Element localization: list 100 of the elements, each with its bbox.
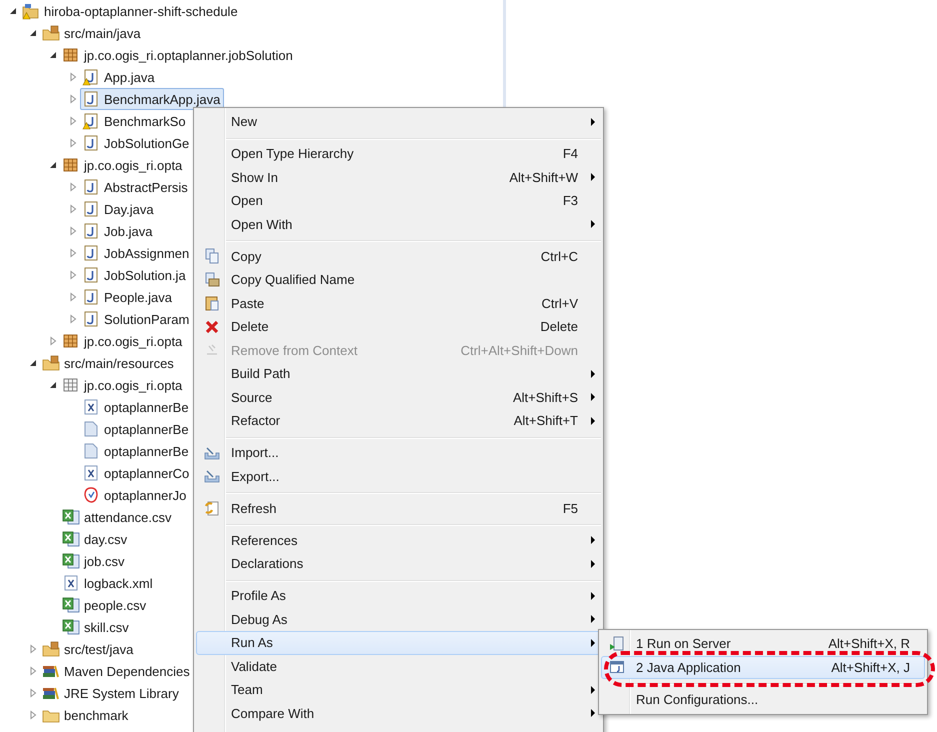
spreadsheet-icon — [62, 618, 80, 636]
menu-item[interactable]: Delete Delete — [196, 315, 601, 338]
expand-arrow-icon[interactable] — [68, 314, 78, 324]
tree-item[interactable]: benchmark — [40, 704, 132, 726]
menu-item[interactable]: Refactor Alt+Shift+T — [196, 409, 601, 432]
tree-item[interactable]: Day.java — [80, 198, 158, 220]
menu-item[interactable]: Open With — [196, 212, 601, 236]
expand-arrow-icon[interactable] — [68, 248, 78, 258]
expand-arrow-icon[interactable] — [68, 94, 78, 104]
tree-item[interactable]: optaplannerBe — [80, 418, 193, 440]
expand-arrow-icon[interactable] — [68, 72, 78, 82]
tree-item[interactable]: BenchmarkApp.java — [80, 88, 224, 110]
source-folder-icon — [42, 24, 60, 42]
source-folder-icon — [42, 640, 60, 658]
tree-item[interactable]: AbstractPersis — [80, 176, 192, 198]
menu-item[interactable]: Run Configurations... — [601, 688, 925, 711]
spreadsheet-icon — [62, 552, 80, 570]
menu-item[interactable]: Source Alt+Shift+S — [196, 386, 601, 409]
tree-item[interactable]: JobSolutionGe — [80, 132, 194, 154]
menu-item[interactable]: Profile As — [196, 584, 601, 608]
expand-arrow-icon[interactable] — [68, 292, 78, 302]
collapse-arrow-icon[interactable] — [28, 358, 38, 368]
tree-item[interactable]: Job.java — [80, 220, 156, 242]
expand-arrow-icon[interactable] — [68, 270, 78, 280]
collapse-arrow-icon[interactable] — [48, 380, 58, 390]
collapse-arrow-icon[interactable] — [48, 50, 58, 60]
package-icon — [62, 156, 80, 174]
menu-item[interactable]: Debug As — [196, 608, 601, 631]
tree-item[interactable]: jp.co.ogis_ri.optaplanner.jobSolution — [60, 44, 297, 66]
tree-item[interactable]: JobSolution.ja — [80, 264, 190, 286]
java-file-icon — [82, 288, 100, 306]
menu-item[interactable]: Copy Qualified Name — [196, 268, 601, 292]
tree-item[interactable]: People.java — [80, 286, 176, 308]
menu-item[interactable]: Declarations — [196, 552, 601, 576]
java-file-icon — [82, 222, 100, 240]
tree-item[interactable]: BenchmarkSo — [80, 110, 190, 132]
expand-arrow-icon[interactable] — [68, 226, 78, 236]
java-file-icon — [82, 178, 100, 196]
collapse-arrow-icon[interactable] — [8, 6, 18, 16]
menu-item[interactable]: Paste Ctrl+V — [196, 292, 601, 315]
expand-arrow-icon[interactable] — [28, 688, 38, 698]
tree-item[interactable]: App.java — [80, 66, 159, 88]
menu-item[interactable]: Open Type Hierarchy F4 — [196, 142, 601, 166]
tree-item[interactable]: src/main/java — [40, 22, 145, 44]
expand-arrow-icon[interactable] — [68, 204, 78, 214]
menu-item[interactable]: Import... — [196, 441, 601, 464]
server-icon — [609, 636, 625, 652]
tree-item[interactable]: optaplannerJo — [80, 484, 190, 506]
java-file-icon — [82, 310, 100, 328]
tree-item[interactable]: people.csv — [60, 594, 150, 616]
tree-item[interactable]: day.csv — [60, 528, 132, 550]
tree-item[interactable]: job.csv — [60, 550, 128, 572]
menu-item[interactable]: 1 Run on Server Alt+Shift+X, R — [601, 632, 925, 656]
expand-arrow-icon[interactable] — [68, 182, 78, 192]
collapse-arrow-icon[interactable] — [48, 160, 58, 170]
tree-item[interactable]: optaplannerCo — [80, 462, 194, 484]
tree-item[interactable]: attendance.csv — [60, 506, 176, 528]
tree-item[interactable]: optaplannerBe — [80, 440, 193, 462]
expand-arrow-icon[interactable] — [28, 666, 38, 676]
source-folder-icon — [42, 354, 60, 372]
menu-item[interactable]: Show In Alt+Shift+W — [196, 166, 601, 189]
menu-item[interactable]: Open F3 — [196, 189, 601, 212]
xml-file-icon — [62, 574, 80, 592]
expand-arrow-icon[interactable] — [28, 644, 38, 654]
delete-icon — [204, 318, 220, 335]
menu-item[interactable]: New — [196, 110, 601, 134]
tree-item[interactable]: Maven Dependencies — [40, 660, 194, 682]
tree-item[interactable]: skill.csv — [60, 616, 133, 638]
menu-item[interactable]: Run As — [196, 631, 601, 654]
expand-arrow-icon[interactable] — [68, 138, 78, 148]
expand-arrow-icon[interactable] — [48, 336, 58, 346]
tree-item[interactable]: JRE System Library — [40, 682, 183, 704]
tree-item[interactable]: src/test/java — [40, 638, 138, 660]
copy-icon — [204, 248, 220, 264]
spreadsheet-icon — [62, 508, 80, 526]
menu-item[interactable]: References — [196, 528, 601, 552]
tree-item[interactable]: hiroba-optaplanner-shift-schedule — [20, 0, 242, 22]
expand-arrow-icon[interactable] — [68, 116, 78, 126]
menu-item[interactable]: Validate — [196, 654, 601, 678]
tree-item[interactable]: jp.co.ogis_ri.opta — [60, 154, 186, 176]
tree-item[interactable]: SolutionParam — [80, 308, 194, 330]
tree-item[interactable]: JobAssignmen — [80, 242, 194, 264]
menu-item[interactable]: Copy Ctrl+C — [196, 244, 601, 268]
tree-item[interactable]: src/main/resources — [40, 352, 178, 374]
tree-item[interactable]: logback.xml — [60, 572, 157, 594]
menu-item[interactable]: Export... — [196, 464, 601, 488]
menu-item[interactable]: Build Path — [196, 362, 601, 386]
expand-arrow-icon[interactable] — [28, 710, 38, 720]
java-file-icon — [82, 244, 100, 262]
menu-item[interactable]: 2 Java Application Alt+Shift+X, J — [601, 656, 925, 679]
collapse-arrow-icon[interactable] — [28, 28, 38, 38]
xml-file-icon — [82, 398, 100, 416]
menu-item[interactable]: Refresh F5 — [196, 496, 601, 520]
tree-item[interactable]: jp.co.ogis_ri.opta — [60, 374, 186, 396]
tree-item[interactable]: jp.co.ogis_ri.opta — [60, 330, 186, 352]
refresh-icon — [204, 500, 220, 516]
tree-item[interactable]: optaplannerBe — [80, 396, 193, 418]
application-window-icon — [609, 659, 625, 676]
import-icon — [204, 444, 220, 461]
package-icon — [62, 332, 80, 350]
